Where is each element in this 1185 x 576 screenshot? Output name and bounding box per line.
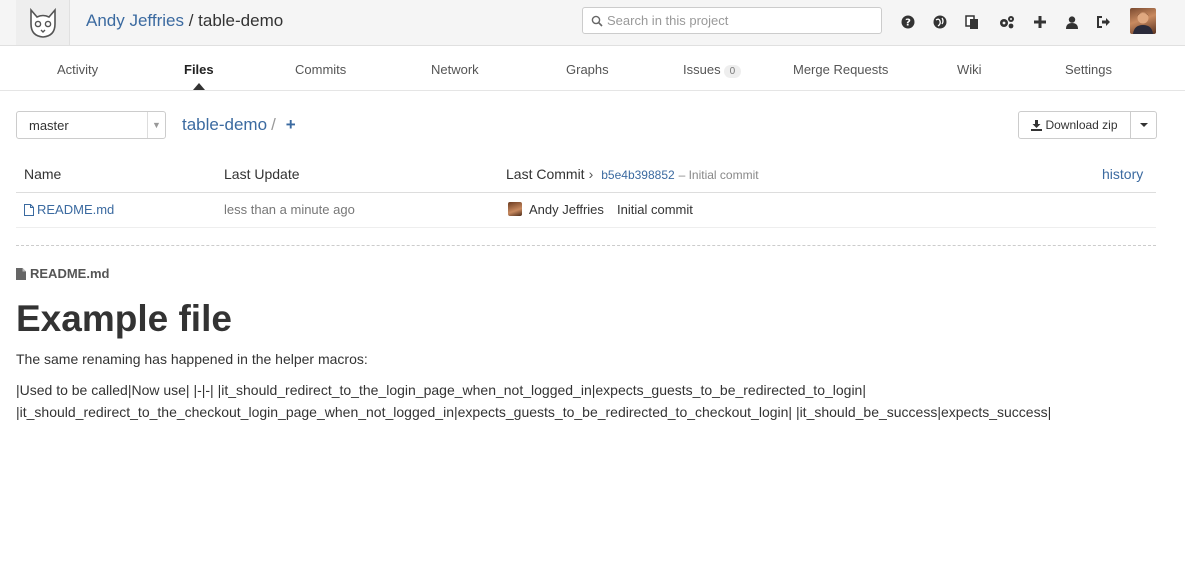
readme-intro: The same renaming has happened in the he…	[16, 351, 368, 367]
tab-settings[interactable]: Settings	[1065, 62, 1112, 77]
author-avatar	[508, 202, 522, 216]
project-breadcrumb: Andy Jeffries / table-demo	[86, 11, 283, 31]
readme-title: README.md	[16, 266, 109, 281]
tab-commits[interactable]: Commits	[295, 62, 346, 77]
svg-text:?: ?	[905, 18, 911, 29]
admin-gear-icon[interactable]	[998, 13, 1016, 31]
download-icon	[1031, 119, 1043, 131]
tab-graphs[interactable]: Graphs	[566, 62, 609, 77]
column-header-last-update: Last Update	[224, 166, 300, 182]
issues-count-badge: 0	[723, 65, 742, 78]
history-link[interactable]: history	[1102, 166, 1143, 182]
tab-issues-label: Issues	[683, 62, 721, 77]
tab-wiki[interactable]: Wiki	[957, 62, 982, 77]
branch-select[interactable]: master ▼	[16, 111, 166, 139]
readme-filename: README.md	[30, 266, 110, 281]
author-name: Andy Jeffries	[529, 202, 604, 217]
download-zip-label: Download zip	[1045, 118, 1118, 132]
readme-heading: Example file	[16, 298, 232, 339]
file-text-icon	[16, 267, 26, 280]
new-project-icon[interactable]	[1031, 13, 1049, 31]
add-file-button[interactable]: +	[286, 115, 296, 134]
project-nav: Activity Files Commits Network Graphs Is…	[0, 46, 1185, 91]
file-path-breadcrumb: table-demo / +	[182, 115, 296, 135]
readme-table-line-1: |Used to be called|Now use| |-|-| |it_sh…	[16, 382, 866, 398]
search-icon	[591, 15, 603, 27]
caret-down-icon	[1139, 123, 1148, 127]
file-updated-time: less than a minute ago	[224, 202, 355, 217]
search-input[interactable]: Search in this project	[582, 7, 882, 34]
table-row: README.md	[24, 202, 114, 217]
column-header-last-commit: Last Commit › b5e4b398852 – Initial commit	[506, 166, 759, 182]
tab-activity[interactable]: Activity	[57, 62, 98, 77]
branch-value: master	[29, 118, 69, 133]
download-button-group: Download zip	[1018, 111, 1157, 139]
readme-table-line-2: |it_should_redirect_to_the_checkout_logi…	[16, 404, 1052, 420]
file-name: README.md	[37, 202, 115, 217]
project-name[interactable]: table-demo	[198, 11, 283, 30]
commit-message: – Initial commit	[678, 168, 759, 182]
table-header-divider	[16, 192, 1156, 193]
profile-icon[interactable]	[1063, 13, 1081, 31]
chevron-right-icon: ›	[588, 166, 594, 182]
tab-files[interactable]: Files	[184, 62, 214, 77]
tab-issues[interactable]: Issues 0	[683, 62, 742, 78]
globe-icon[interactable]	[931, 13, 949, 31]
table-row-divider	[16, 227, 1156, 228]
path-separator: /	[271, 115, 276, 134]
top-header: Andy Jeffries / table-demo Search in thi…	[0, 0, 1185, 46]
branch-select-caret-icon: ▼	[147, 112, 165, 138]
help-icon[interactable]: ?	[899, 13, 917, 31]
path-root-link[interactable]: table-demo	[182, 115, 267, 134]
column-header-name: Name	[24, 166, 62, 182]
download-zip-button[interactable]: Download zip	[1019, 112, 1131, 138]
logout-icon[interactable]	[1095, 13, 1113, 31]
active-tab-indicator	[193, 83, 205, 90]
file-link[interactable]: README.md	[24, 202, 114, 217]
commit-sha-link[interactable]: b5e4b398852	[601, 168, 674, 182]
readme-divider	[16, 245, 1156, 246]
user-avatar[interactable]	[1130, 8, 1156, 34]
gitlab-logo-icon[interactable]	[16, 0, 70, 45]
last-commit-label: Last Commit	[506, 166, 585, 182]
search-placeholder: Search in this project	[607, 13, 729, 28]
tab-network[interactable]: Network	[431, 62, 479, 77]
snippets-icon[interactable]	[963, 13, 981, 31]
file-icon	[24, 203, 34, 216]
file-commit-message[interactable]: Initial commit	[617, 202, 693, 217]
file-commit-author[interactable]: Andy Jeffries	[508, 202, 604, 217]
download-options-toggle[interactable]	[1131, 112, 1156, 138]
owner-link[interactable]: Andy Jeffries	[86, 11, 184, 30]
breadcrumb-separator: /	[183, 11, 199, 30]
tab-merge-requests[interactable]: Merge Requests	[793, 62, 888, 77]
